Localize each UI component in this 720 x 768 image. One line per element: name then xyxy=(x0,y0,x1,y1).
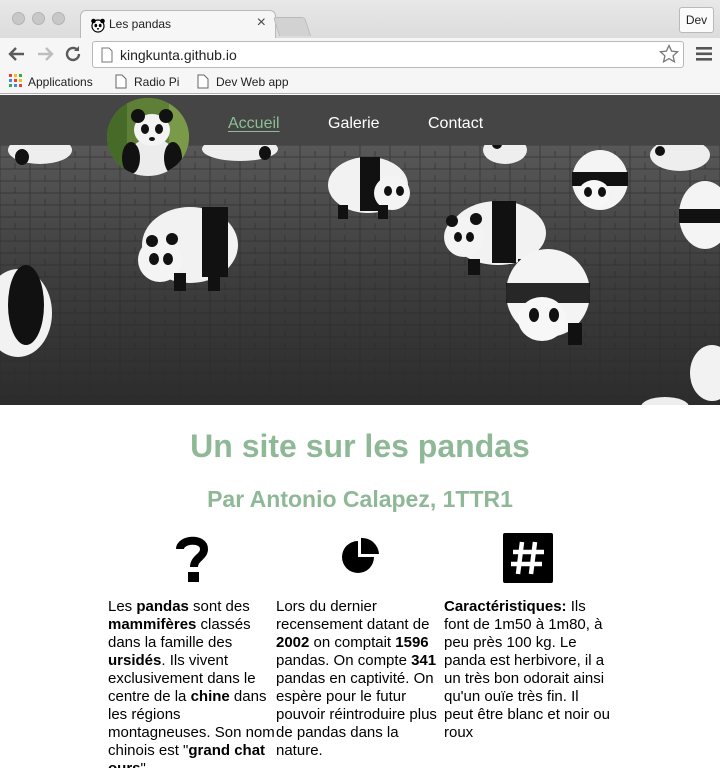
pie-chart-icon xyxy=(342,537,379,573)
page-subtitle: Par Antonio Calapez, 1TTR1 xyxy=(207,486,513,512)
tab-close-icon[interactable]: × xyxy=(257,14,266,32)
menu-icon[interactable] xyxy=(696,45,712,63)
minimize-window-button[interactable] xyxy=(32,12,45,25)
address-bar[interactable]: kingkunta.github.io xyxy=(92,41,684,68)
bookmarks-bar: Applications Radio Pi Dev Web app xyxy=(0,70,720,94)
browser-toolbar: kingkunta.github.io xyxy=(0,38,720,70)
forward-arrow-icon[interactable] xyxy=(34,43,56,65)
hero-image xyxy=(0,145,720,405)
nav-link-accueil[interactable]: Accueil xyxy=(228,115,280,133)
bookmark-label: Applications xyxy=(28,75,93,89)
panda-avatar[interactable] xyxy=(107,98,189,176)
bookmark-applications[interactable]: Applications xyxy=(9,73,93,91)
info-column-characteristics: Caractéristiques: Ils font de 1m50 à 1m8… xyxy=(444,598,610,741)
tab-title: Les pandas xyxy=(109,17,172,31)
bookmark-dev-web-app[interactable]: Dev Web app xyxy=(197,73,289,91)
nav-link-contact[interactable]: Contact xyxy=(428,115,483,133)
question-icon xyxy=(176,536,209,582)
apps-grid-icon xyxy=(9,74,22,87)
bookmark-radio-pi[interactable]: Radio Pi xyxy=(115,73,179,91)
page-icon xyxy=(197,74,209,89)
new-tab-button[interactable] xyxy=(272,17,312,36)
bookmark-label: Radio Pi xyxy=(134,75,180,89)
bookmark-star-icon[interactable] xyxy=(658,43,680,65)
nav-link-galerie[interactable]: Galerie xyxy=(328,115,380,133)
info-column-intro: Les pandas sont des mammifères classés d… xyxy=(108,598,275,768)
reload-icon[interactable] xyxy=(62,43,84,65)
back-arrow-icon[interactable] xyxy=(6,43,28,65)
page-title: Un site sur les pandas xyxy=(190,428,530,464)
hashtag-icon xyxy=(503,533,553,583)
zoom-window-button[interactable] xyxy=(52,12,65,25)
page-icon xyxy=(115,74,127,89)
close-window-button[interactable] xyxy=(12,12,25,25)
browser-tab[interactable]: Les pandas × xyxy=(80,10,276,38)
page-icon xyxy=(101,47,113,63)
browser-titlebar: Les pandas × Dev xyxy=(0,0,720,38)
url-text[interactable]: kingkunta.github.io xyxy=(120,47,237,63)
panda-favicon-icon xyxy=(91,18,105,33)
info-column-population: Lors du dernier recensement datant de 20… xyxy=(276,598,437,759)
bookmark-label: Dev Web app xyxy=(216,75,289,89)
profile-button[interactable]: Dev xyxy=(679,7,714,33)
